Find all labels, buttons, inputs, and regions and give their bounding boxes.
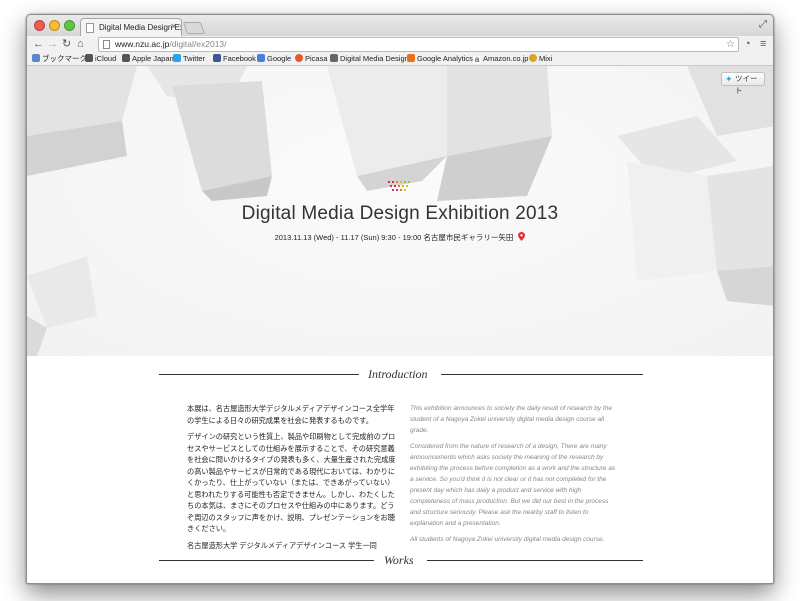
tweet-button[interactable]: ✦ ツイート — [721, 72, 765, 95]
bookmarks-bar: ブックマーク iCloud Apple Japan Twitter Facebo… — [27, 52, 773, 66]
divider-line — [159, 374, 359, 375]
facebook-icon — [213, 54, 221, 62]
tab-close-icon[interactable]: ✕ — [170, 22, 177, 31]
dmd-icon — [330, 54, 338, 62]
bookmark-item[interactable]: Google Analytics — [407, 54, 473, 64]
works-heading: Works — [159, 553, 643, 567]
intro-en-signature: All students of Nagoya Zokei university … — [410, 536, 605, 543]
page-favicon-icon — [86, 23, 94, 33]
address-bar[interactable]: www.nzu.ac.jp/digital/ex2013/ ☆ — [98, 37, 739, 52]
introduction-japanese: 本展は、名古屋造形大学デジタルメディアデザインコース全学年の学生による日々の研究… — [187, 403, 401, 556]
apple-icon — [85, 54, 93, 62]
intro-en-paragraph: This exhibition announces to society the… — [410, 405, 612, 434]
bookmark-item[interactable]: Twitter — [173, 54, 205, 64]
intro-en-paragraph: Considered from the nature of research o… — [410, 443, 616, 527]
bookmark-star-icon[interactable]: ☆ — [726, 38, 735, 51]
bookmark-item[interactable]: iCloud — [85, 54, 116, 64]
browser-tab[interactable]: Digital Media Design Exhib ✕ — [80, 18, 182, 36]
event-details: 2013.11.13 (Wed) - 11.17 (Sun) 9:30 - 19… — [27, 232, 773, 243]
divider-line — [159, 560, 374, 561]
close-window-button[interactable] — [34, 20, 45, 31]
maximize-window-button[interactable] — [64, 20, 75, 31]
navigation-toolbar: ← → ↻ ⌂ www.nzu.ac.jp/digital/ex2013/ ☆ … — [27, 36, 773, 52]
amazon-icon: a — [473, 55, 481, 64]
introduction-heading: Introduction — [159, 367, 643, 381]
title-bar: Digital Media Design Exhib ✕ ⤢ — [27, 15, 773, 36]
google-icon — [257, 54, 265, 62]
intro-ja-signature: 名古屋造形大学 デジタルメディアデザインコース 学生一同 — [187, 540, 377, 550]
event-date-venue: 2013.11.13 (Wed) - 11.17 (Sun) 9:30 - 19… — [274, 233, 514, 242]
introduction-english: This exhibition announces to society the… — [410, 403, 620, 550]
minimize-window-button[interactable] — [49, 20, 60, 31]
twitter-bird-icon: ✦ — [725, 74, 733, 84]
picasa-icon — [295, 54, 303, 62]
reload-icon[interactable]: ↻ — [62, 37, 71, 51]
url-host: www.nzu.ac.jp — [115, 39, 170, 49]
twitter-icon — [173, 54, 181, 62]
analytics-icon — [407, 54, 415, 62]
bookmark-item[interactable]: Google — [257, 54, 291, 64]
browser-window: Digital Media Design Exhib ✕ ⤢ ← → ↻ ⌂ w… — [26, 14, 774, 584]
page-title: Digital Media Design Exhibition 2013 — [241, 203, 559, 224]
history-clock-icon[interactable]: ◔ — [744, 37, 751, 51]
page-content: ✦ ツイート Digital Media Design Exhibition 2… — [27, 66, 773, 583]
home-icon[interactable]: ⌂ — [77, 37, 84, 51]
bookmark-item[interactable]: Picasa — [295, 54, 328, 64]
forward-arrow-icon[interactable]: → — [47, 37, 58, 51]
menu-icon[interactable]: ≡ — [760, 37, 766, 51]
apple-icon — [122, 54, 130, 62]
mixi-icon — [529, 54, 537, 62]
bookmark-item[interactable]: Apple Japan — [122, 54, 174, 64]
exhibition-logo-icon — [388, 181, 410, 191]
divider-line — [427, 560, 643, 561]
divider-line — [441, 374, 643, 375]
bookmark-item[interactable]: ブックマーク — [32, 54, 87, 64]
intro-ja-paragraph: 本展は、名古屋造形大学デジタルメディアデザインコース全学年の学生による日々の研究… — [187, 404, 395, 425]
bookmark-item[interactable]: Facebook — [213, 54, 256, 64]
back-arrow-icon[interactable]: ← — [33, 37, 44, 51]
works-label: Works — [384, 553, 414, 567]
new-tab-button[interactable] — [182, 22, 206, 34]
map-pin-icon[interactable] — [518, 232, 526, 241]
page-icon — [103, 40, 110, 49]
intro-ja-paragraph: デザインの研究という性質上、製品や印刷物として完成前のプロセスやサービスとしての… — [187, 432, 396, 533]
folder-icon — [32, 54, 40, 62]
hero-section: ✦ ツイート Digital Media Design Exhibition 2… — [27, 66, 773, 356]
bookmark-item[interactable]: Mixi — [529, 54, 552, 64]
bookmark-item[interactable]: a Amazon.co.jp — [473, 54, 528, 64]
introduction-label: Introduction — [368, 367, 428, 381]
bookmark-item[interactable]: Digital Media Design — [330, 54, 409, 64]
fullscreen-icon[interactable]: ⤢ — [759, 19, 767, 30]
url-path: /digital/ex2013/ — [169, 39, 227, 49]
